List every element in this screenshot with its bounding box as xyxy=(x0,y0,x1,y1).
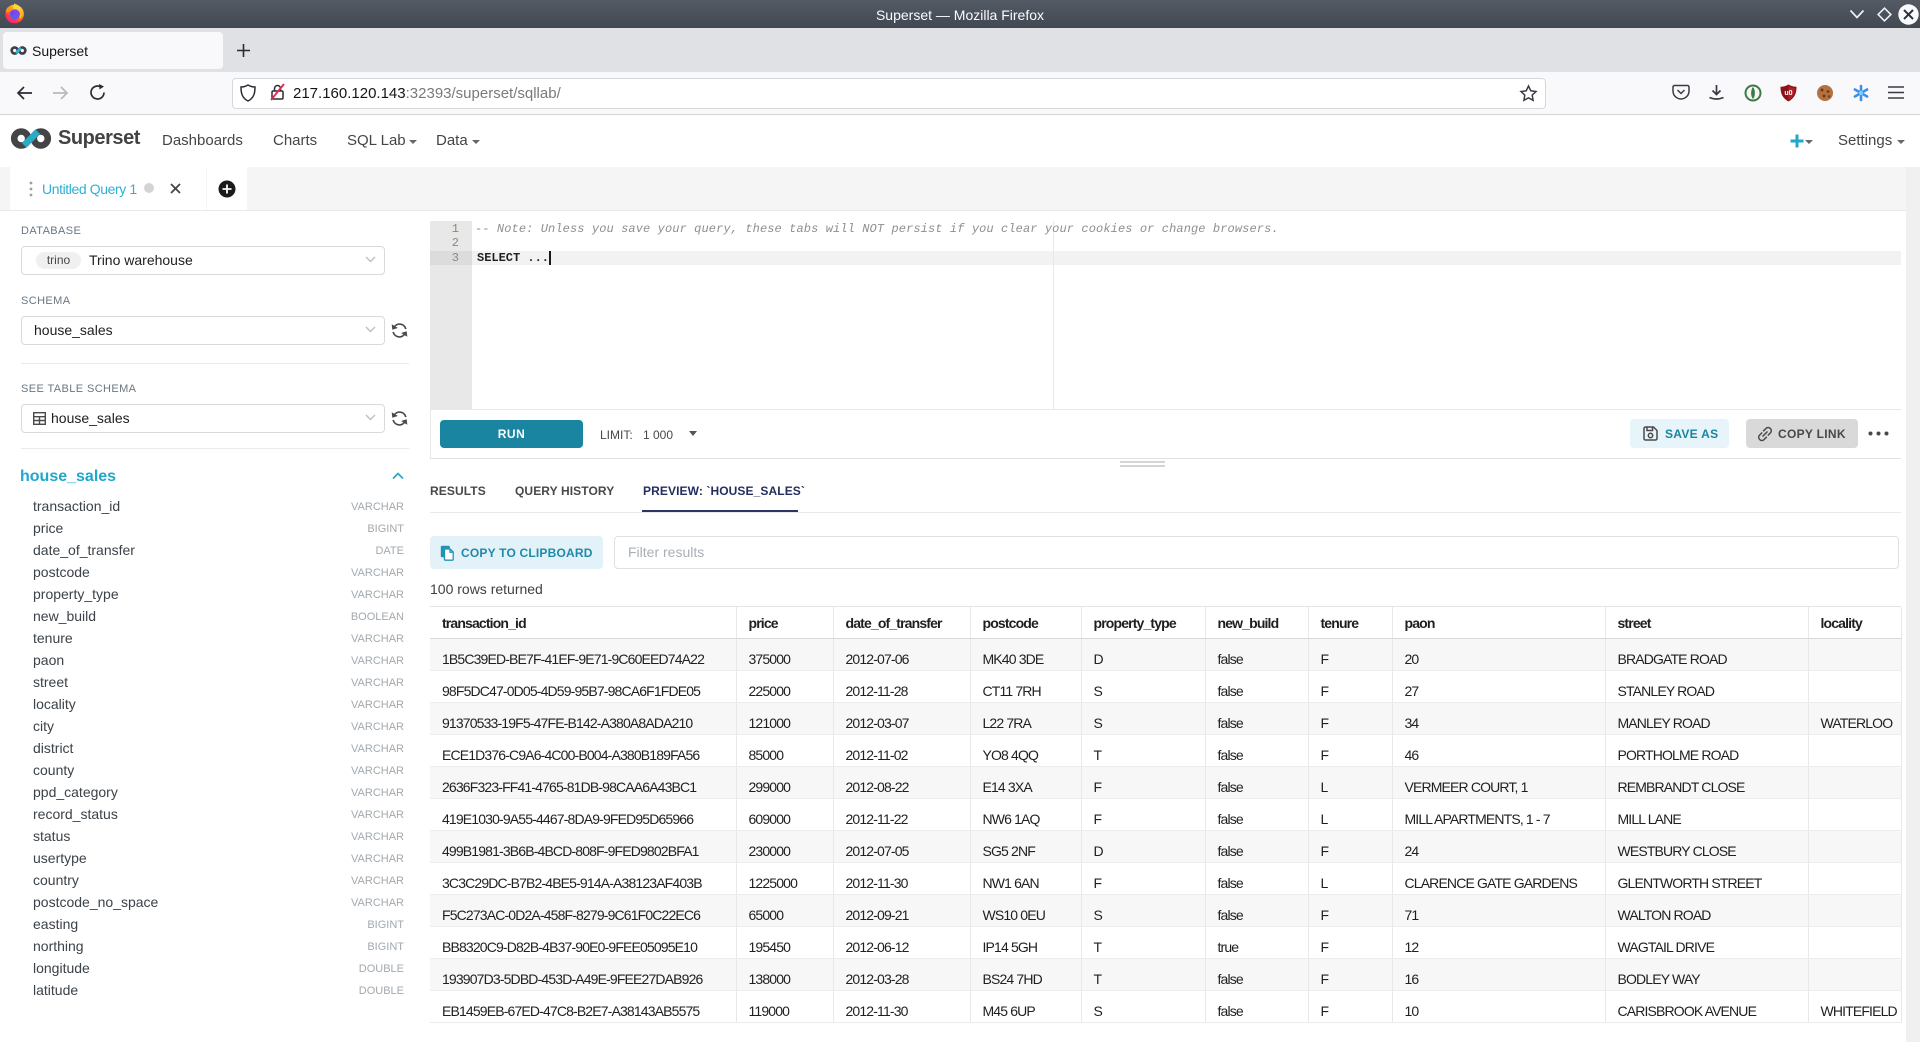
svg-text:u0: u0 xyxy=(1784,90,1792,97)
